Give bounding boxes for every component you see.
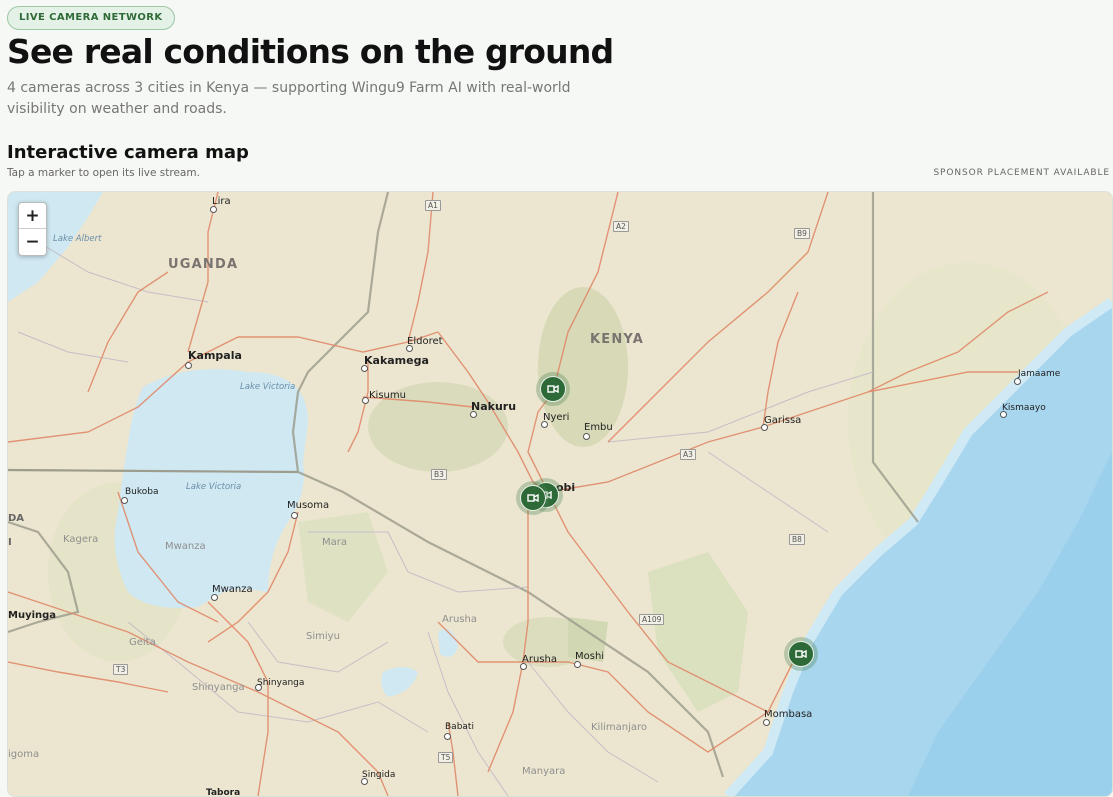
road-shield-a109: A109 [639,614,665,625]
city-label-kampala: Kampala [188,349,242,362]
region-label-i: I [8,537,12,548]
road-shield-a3: A3 [680,449,696,460]
city-label-shinyanga: Shinyanga [257,678,305,688]
camera-marker-mombasa[interactable] [784,637,818,671]
city-dot-moshi [574,661,581,668]
zoom-out-button[interactable]: − [19,229,46,255]
city-dot-lira [210,206,217,213]
sponsor-placement-label[interactable]: SPONSOR PLACEMENT AVAILABLE [933,168,1110,178]
city-label-eldoret: Eldoret [407,336,443,347]
page-title: See real conditions on the ground [7,32,614,71]
city-label-garissa: Garissa [764,415,802,426]
city-label-bukoba: Bukoba [125,487,159,497]
road-shield-a2: A2 [613,221,629,232]
city-dot-babati [444,733,451,740]
city-label-nyeri: Nyeri [543,412,570,423]
city-label-nakuru: Nakuru [471,400,517,413]
city-label-musoma: Musoma [287,500,330,511]
city-label-moshi: Moshi [575,651,605,662]
city-label-muyinga: Muyinga [8,610,57,621]
camera-map[interactable]: + − UGANDA KENYA Lake Albert Lake Victor… [7,191,1113,797]
city-dot-bukoba [121,497,128,504]
zoom-control: + − [18,202,47,256]
city-label-mombasa: Mombasa [764,709,813,720]
region-label-arusha: Arusha [442,614,477,625]
map-hint: Tap a marker to open its live stream. [7,167,200,179]
road-shield-b8: B8 [789,534,805,545]
city-label-arusha: Arusha [522,654,557,665]
road-shield-t3: T3 [113,664,129,675]
city-label-lira: Lira [212,196,231,207]
water-label-lake-victoria-2: Lake Victoria [186,482,242,492]
region-label-mwanza: Mwanza [165,541,206,552]
water-label-lake-albert: Lake Albert [53,234,102,244]
live-camera-network-badge: LIVE CAMERA NETWORK [7,6,175,30]
city-dot-musoma [291,512,298,519]
region-label-kilimanjaro: Kilimanjaro [591,722,648,733]
region-label-simiyu: Simiyu [306,631,340,642]
camera-marker-nyeri[interactable] [536,372,570,406]
road-shield-b3: B3 [431,469,447,480]
city-dot-kisumu [362,397,369,404]
city-label-kismaayo: Kismaayo [1002,403,1046,413]
region-label-mara: Mara [322,537,347,548]
road-shield-a1: A1 [425,200,441,211]
map-section-title: Interactive camera map [7,142,249,163]
camera-icon [788,641,814,667]
city-dot-mombasa [763,719,770,726]
region-label-geita: Geita [129,637,156,648]
country-label-uganda: UGANDA [168,257,239,272]
region-label-igoma: igoma [8,749,40,760]
city-label-kakamega: Kakamega [364,354,429,367]
region-label-shinyanga: Shinyanga [192,682,245,693]
zoom-in-button[interactable]: + [19,203,46,229]
city-label-embu: Embu [584,422,613,433]
city-label-babati: Babati [445,722,474,732]
city-label-mwanza: Mwanza [212,584,253,595]
city-dot-embu [583,433,590,440]
city-dot-mwanza [211,594,218,601]
city-dot-kampala [185,362,192,369]
road-shield-t5: T5 [438,752,454,763]
city-label-jamaame: Jamaame [1018,369,1061,379]
water-label-lake-victoria-1: Lake Victoria [240,382,296,392]
region-label-manyara: Manyara [522,766,566,777]
road-shield-b9: B9 [794,228,810,239]
camera-marker-nairobi-1[interactable] [516,481,550,515]
region-label-da: DA [8,513,25,524]
camera-icon [540,376,566,402]
country-label-kenya: KENYA [590,332,645,347]
region-label-kagera: Kagera [63,534,99,545]
city-label-kisumu: Kisumu [369,390,406,401]
city-label-singida: Singida [362,770,396,780]
camera-icon [520,485,546,511]
page-subtitle: 4 cameras across 3 cities in Kenya — sup… [7,80,571,117]
